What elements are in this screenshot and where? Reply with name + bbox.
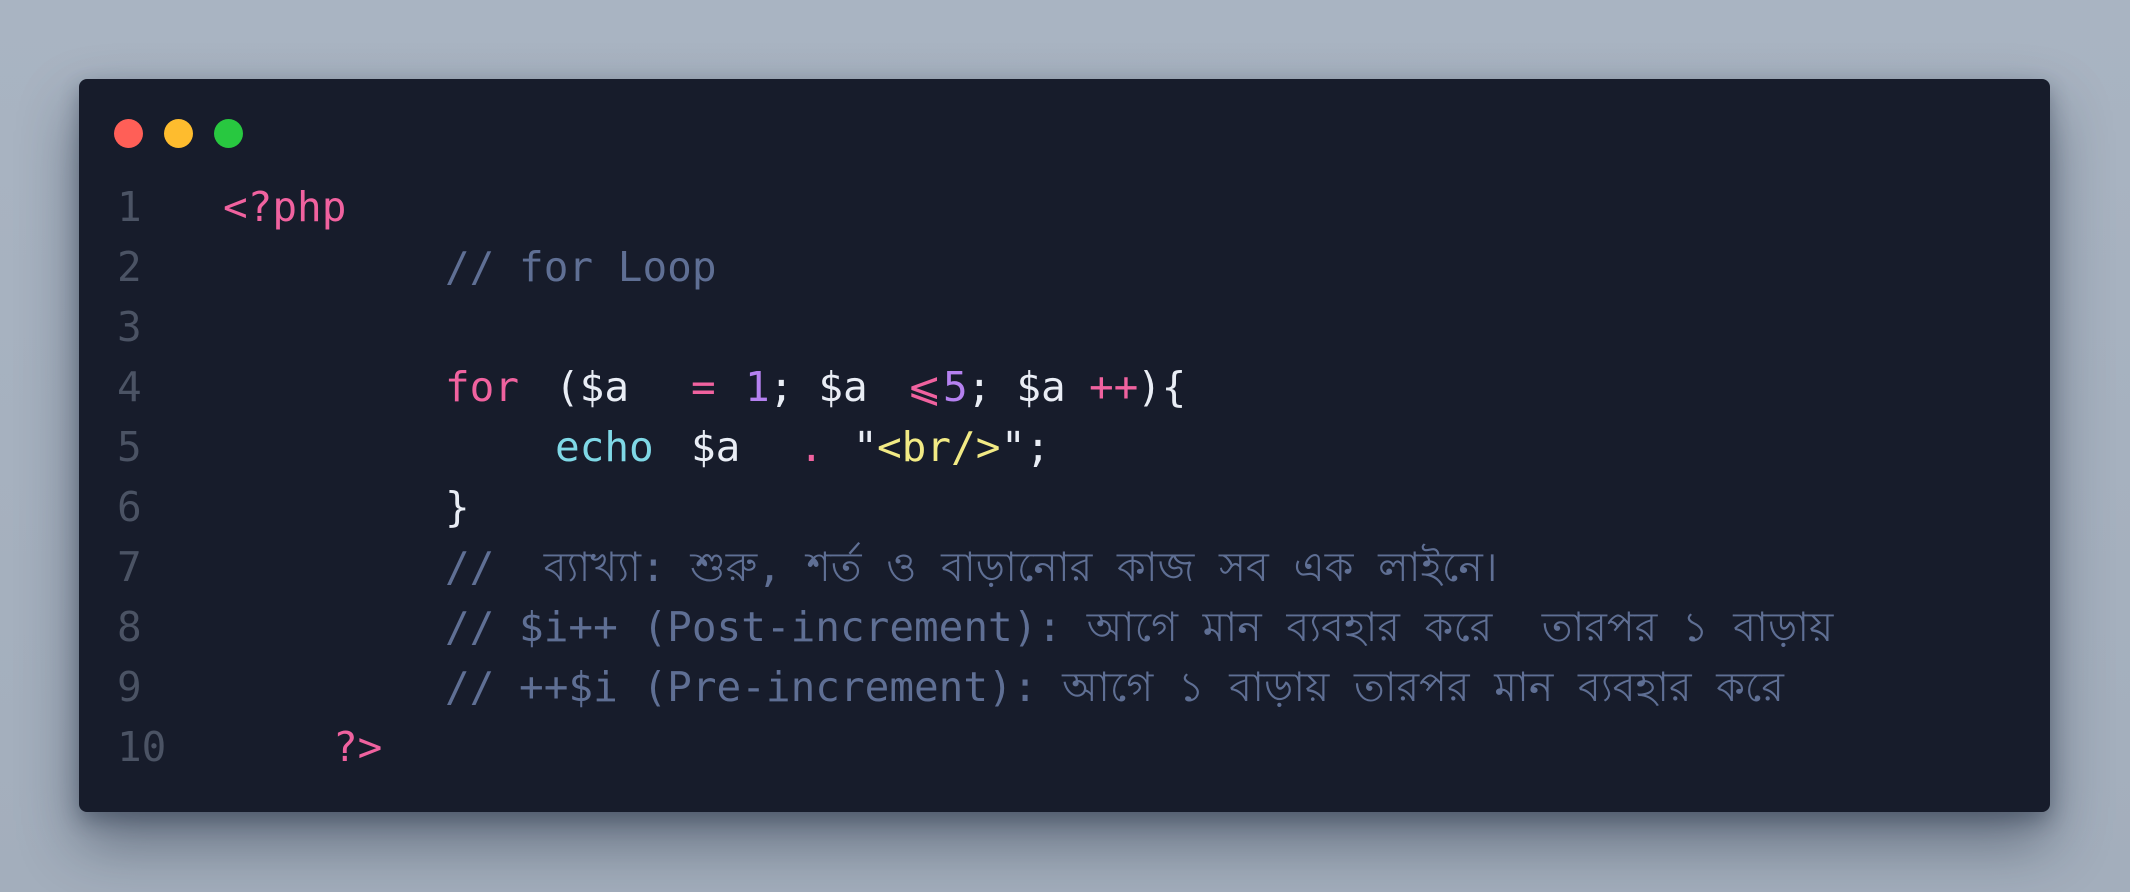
closing-brace: } bbox=[445, 483, 470, 531]
line-content: // $i++ (Post-increment): আগে মান ব্যবহা… bbox=[177, 597, 2050, 657]
code-line: 7 // ব্যাখ্যা: শুরু, শর্ত ও বাড়ানোর কাজ… bbox=[79, 537, 2050, 597]
string-quote: "; bbox=[1001, 423, 1051, 471]
code-line: 6 } bbox=[79, 477, 2050, 537]
line-number: 3 bbox=[117, 303, 142, 351]
line-content: // ++$i (Pre-increment): আগে ১ বাড়ায় ত… bbox=[177, 657, 2050, 717]
line-content bbox=[177, 297, 2050, 357]
code-line: 4 for ($a = 1 ; $a ⩽ 5 ; $a ++ ){ bbox=[79, 357, 2050, 417]
code-line: 8 // $i++ (Post-increment): আগে মান ব্যব… bbox=[79, 597, 2050, 657]
code-line: 2 // for Loop bbox=[79, 237, 2050, 297]
line-content: echo $a . " <br/> "; bbox=[177, 417, 2050, 477]
line-content: // ব্যাখ্যা: শুরু, শর্ত ও বাড়ানোর কাজ স… bbox=[177, 537, 2050, 597]
line-number: 7 bbox=[117, 543, 142, 591]
line-number: 2 bbox=[117, 243, 142, 291]
code-line: 3 bbox=[79, 297, 2050, 357]
php-close-tag: ?> bbox=[333, 723, 383, 771]
php-open-tag: <?php bbox=[223, 183, 347, 231]
operator-lte: ⩽ bbox=[907, 363, 942, 411]
minimize-button[interactable] bbox=[164, 119, 193, 148]
number-literal: 5 bbox=[943, 363, 968, 411]
line-content: ?> bbox=[177, 717, 2050, 777]
operator-assign: = bbox=[691, 363, 716, 411]
comment: // ব্যাখ্যা: শুরু, শর্ত ও বাড়ানোর কাজ স… bbox=[445, 543, 1498, 591]
comment: // for Loop bbox=[445, 243, 717, 291]
operator-increment: ++ bbox=[1089, 363, 1139, 411]
variable: $a bbox=[691, 423, 741, 471]
comment: // ++$i (Pre-increment): আগে ১ বাড়ায় ত… bbox=[445, 663, 1784, 711]
operator-concat: . bbox=[799, 423, 824, 471]
line-number: 4 bbox=[117, 363, 142, 411]
line-content: <?php bbox=[177, 177, 2050, 237]
line-number: 1 bbox=[117, 183, 142, 231]
comment: // $i++ (Post-increment): আগে মান ব্যবহা… bbox=[445, 603, 1834, 651]
line-content: for ($a = 1 ; $a ⩽ 5 ; $a ++ ){ bbox=[177, 357, 2050, 417]
keyword-echo: echo bbox=[555, 423, 654, 471]
string-literal: <br/> bbox=[877, 423, 1001, 471]
code-line: 1 <?php bbox=[79, 177, 2050, 237]
line-number: 10 bbox=[117, 723, 167, 771]
line-content: } bbox=[177, 477, 2050, 537]
paren-var: ($a bbox=[555, 363, 630, 411]
window-controls bbox=[114, 119, 243, 148]
paren-brace: ){ bbox=[1137, 363, 1187, 411]
line-number: 6 bbox=[117, 483, 142, 531]
keyword-for: for bbox=[445, 363, 520, 411]
semicolon-var: ; $a bbox=[967, 363, 1066, 411]
code-line: 10 ?> bbox=[79, 717, 2050, 777]
close-button[interactable] bbox=[114, 119, 143, 148]
semicolon-var: ; $a bbox=[769, 363, 868, 411]
code-line: 9 // ++$i (Pre-increment): আগে ১ বাড়ায়… bbox=[79, 657, 2050, 717]
maximize-button[interactable] bbox=[214, 119, 243, 148]
code-editor[interactable]: 1 <?php 2 // for Loop 3 4 for ($a = 1 ; bbox=[79, 177, 2050, 777]
line-number: 8 bbox=[117, 603, 142, 651]
code-window: 1 <?php 2 // for Loop 3 4 for ($a = 1 ; bbox=[79, 79, 2050, 812]
line-content: // for Loop bbox=[177, 237, 2050, 297]
string-quote: " bbox=[853, 423, 878, 471]
code-line: 5 echo $a . " <br/> "; bbox=[79, 417, 2050, 477]
number-literal: 1 bbox=[745, 363, 770, 411]
line-number: 5 bbox=[117, 423, 142, 471]
line-number: 9 bbox=[117, 663, 142, 711]
